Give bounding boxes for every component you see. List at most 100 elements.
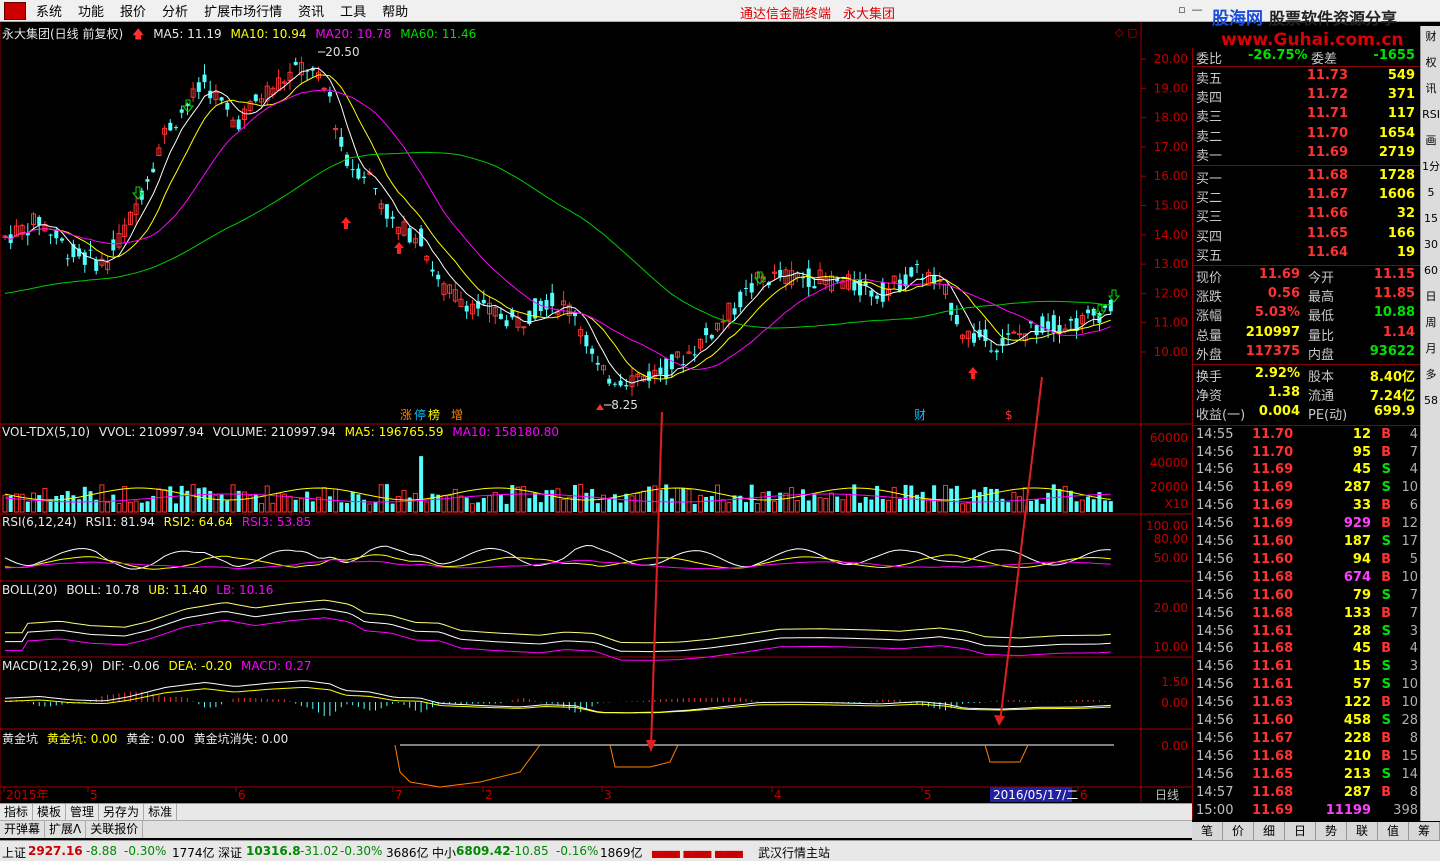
volume-bar (464, 497, 469, 512)
candle-body (1000, 338, 1005, 346)
sidebar-item[interactable]: 多 (1422, 368, 1440, 382)
toolbar-button[interactable]: 关联报价 (86, 821, 144, 838)
volume-bar (241, 491, 247, 513)
sidebar-item[interactable]: 讯 (1422, 82, 1440, 96)
sidebar-item[interactable]: 周 (1422, 316, 1440, 330)
volume-bar (686, 488, 692, 513)
toolbar-button[interactable]: 开弹幕 (0, 821, 46, 838)
sidebar-item[interactable]: 58 (1422, 394, 1440, 408)
volume-bar (430, 493, 435, 512)
toolbar-button[interactable]: 管理 (66, 804, 100, 820)
volume-bar (1108, 501, 1113, 512)
tick-price: 11.69 (1252, 462, 1294, 478)
tick-price: 11.69 (1252, 802, 1294, 818)
volume-bar (538, 502, 543, 512)
ma10-label: MA10: 10.94 (230, 27, 307, 41)
volume-bar (1006, 502, 1011, 512)
toolbar-button[interactable]: 扩展Λ (45, 821, 87, 838)
menu-analysis[interactable]: 分析 (154, 1, 196, 20)
volume-bar (469, 503, 475, 513)
toolbar-button[interactable]: 标准 (144, 804, 178, 820)
tick-row: 14:55 11.70 12 B 4 (1196, 427, 1421, 445)
bottom-tab[interactable]: 势 (1316, 822, 1347, 840)
bottom-tab[interactable]: 价 (1223, 822, 1254, 840)
time-axis-label: 3 (604, 788, 612, 802)
candle-body (350, 169, 355, 171)
volume-bar (441, 494, 447, 513)
candle-body (356, 168, 361, 179)
tick-volume: 133 (1343, 605, 1371, 621)
candle-body (709, 334, 714, 339)
up-arrow-icon: 🡅 (132, 27, 145, 41)
sidebar-item[interactable]: 60 (1422, 264, 1440, 278)
toolbar-button[interactable]: 另存为 (99, 804, 145, 820)
bottom-tab[interactable]: 笔 (1192, 822, 1223, 840)
volume-bar (960, 503, 966, 513)
stat-value-2: 7.24亿 (1369, 389, 1415, 405)
volume-bar (550, 489, 555, 512)
stat-label: 外盘 (1196, 347, 1223, 363)
candle-body (1091, 308, 1096, 316)
sidebar-item[interactable]: 权 (1422, 56, 1440, 70)
sidebar-item[interactable]: 月 (1422, 342, 1440, 356)
buy-arrow-icon (968, 367, 978, 379)
menu-extended-market[interactable]: 扩展市场行情 (196, 1, 290, 20)
candle-body (339, 136, 344, 147)
window-icon[interactable]: ▫ (1175, 3, 1189, 17)
tick-count: 5 (1409, 551, 1418, 567)
volume-bar (1029, 500, 1033, 512)
k-line-chart[interactable]: 20.0019.0018.0017.0016.0015.0014.0013.00… (0, 22, 1192, 802)
bottom-tab[interactable]: 筹 (1409, 822, 1440, 840)
sidebar-item[interactable]: 日 (1422, 290, 1440, 304)
tick-volume: 213 (1343, 766, 1371, 782)
toolbar-button[interactable]: 指标 (0, 804, 34, 820)
time-axis-label: 6 (238, 788, 246, 802)
toolbar-button[interactable]: 模板 (33, 804, 67, 820)
sidebar-item[interactable]: 30 (1422, 238, 1440, 252)
bottom-tab[interactable]: 值 (1378, 822, 1409, 840)
sidebar-item[interactable]: 5 (1422, 186, 1440, 200)
menu-news[interactable]: 资讯 (290, 1, 332, 20)
volume-bar (37, 495, 42, 512)
quote-panel: 委比 -26.75% 委差 -1655 卖五 11.73 549 卖四 11.72 371 卖三 11… (1192, 48, 1421, 820)
weibi-row: 委比 -26.75% 委差 -1655 (1196, 48, 1418, 67)
sidebar-item[interactable]: 财 (1422, 30, 1440, 44)
ask-label: 卖五 (1196, 72, 1223, 87)
volume-bar (1000, 498, 1005, 512)
volume-bar (965, 502, 971, 513)
time-axis-label: 7 (395, 788, 403, 802)
candle-body (390, 216, 395, 219)
bottom-tab[interactable]: 联 (1347, 822, 1378, 840)
sidebar-item[interactable]: RSI (1422, 108, 1440, 122)
stat-label: 总量 (1196, 328, 1223, 344)
chart-area[interactable]: 20.00 19.00 18.00 17.00 16.00 15.00 14.00 13.00… (0, 22, 1192, 802)
volume-bar (726, 502, 732, 513)
menu-tools[interactable]: 工具 (332, 1, 374, 20)
stat-row: 涨跌 0.56 最高 11.85 (1196, 286, 1418, 305)
stat-label-2: 最低 (1308, 309, 1335, 325)
boll-axis-label: 10.00 (1154, 640, 1188, 654)
stat-value: 5.03% (1254, 305, 1300, 321)
tick-row: 14:56 11.60 79 S 7 (1196, 588, 1421, 606)
candle-body (174, 127, 178, 129)
menu-quote[interactable]: 报价 (112, 1, 154, 20)
bid-row: 买五 11.64 19 (1196, 245, 1418, 264)
sidebar-item[interactable]: 15 (1422, 212, 1440, 226)
candle-body (362, 176, 367, 179)
candle-body (1103, 305, 1108, 308)
menu-function[interactable]: 功能 (70, 1, 112, 20)
gold-pit-curve (609, 744, 679, 768)
volume-bar (298, 497, 304, 513)
sidebar-item[interactable]: 画 (1422, 134, 1440, 148)
bottom-tab[interactable]: 日 (1285, 822, 1316, 840)
bottom-tab[interactable]: 细 (1254, 822, 1285, 840)
tick-volume: 674 (1343, 569, 1371, 585)
sidebar-item[interactable]: 1分 (1422, 160, 1440, 174)
candle-body (1086, 309, 1090, 314)
volume-bar (920, 491, 925, 512)
menu-help[interactable]: 帮助 (374, 1, 416, 20)
menu-system[interactable]: 系统 (28, 1, 70, 20)
tick-time: 14:56 (1196, 462, 1234, 478)
tick-direction: S (1381, 534, 1391, 549)
minimize-icon[interactable]: — (1190, 3, 1204, 17)
